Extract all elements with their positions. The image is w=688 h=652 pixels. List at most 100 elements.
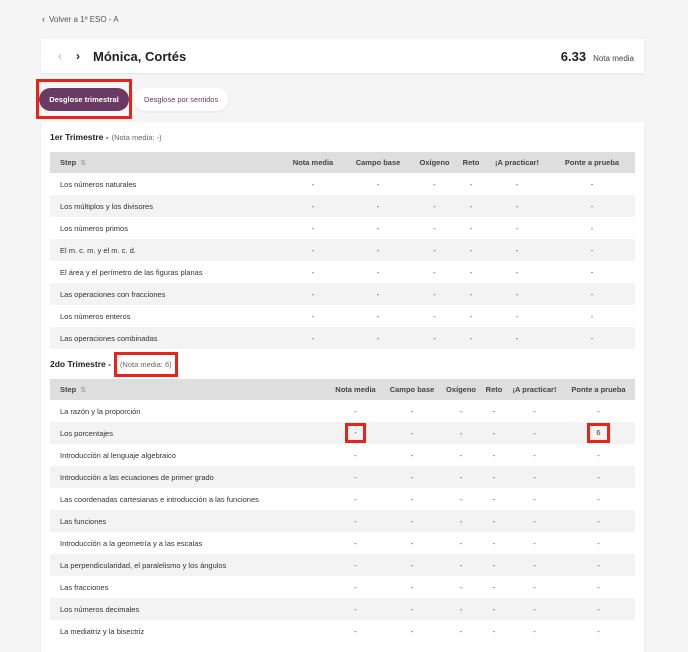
grade-cell: - xyxy=(412,283,457,305)
table-row: Los números primos - - - - - - xyxy=(50,217,635,239)
student-average-value: 6.33 xyxy=(560,48,587,64)
column-header-challenge: Reto xyxy=(481,379,507,400)
table-row: La razón y la proporción - - - - - - xyxy=(50,400,635,422)
grade-cell: - xyxy=(412,195,457,217)
table-row: Introducción a la geometría y a las esca… xyxy=(50,532,635,554)
grade-cell: - xyxy=(328,466,383,488)
column-header-step[interactable]: Step ⇅ xyxy=(50,152,282,173)
highlighted-grade: 6 xyxy=(587,423,610,443)
step-name-cell: La mediatriz y la bisectriz xyxy=(60,626,145,636)
sort-icon[interactable]: ⇅ xyxy=(80,387,86,394)
grade-cell: - xyxy=(412,327,457,349)
grade-cell: - xyxy=(515,179,519,189)
grade-cell: - xyxy=(481,466,507,488)
student-name: Mónica, Cortés xyxy=(93,48,187,64)
grade-cell: - xyxy=(328,510,383,532)
grade-cell: - xyxy=(590,311,594,321)
grade-cell: - xyxy=(433,267,436,277)
grade-cell: - xyxy=(492,450,496,460)
step-name-cell: La perpendicularidad, el paralelismo y l… xyxy=(50,554,328,576)
table-row: La mediatriz y la bisectriz - - - - - - xyxy=(50,620,635,642)
grade-cell: - xyxy=(507,554,562,576)
column-header-test: Ponte a prueba xyxy=(549,152,635,173)
grade-cell: - xyxy=(590,179,594,189)
grade-cell: - xyxy=(383,466,441,488)
step-name-cell: Introducción al lenguaje algebraico xyxy=(60,450,176,460)
grade-cell: - xyxy=(459,538,463,548)
grade-cell: - xyxy=(515,267,519,277)
table-row: La perpendicularidad, el paralelismo y l… xyxy=(50,554,635,576)
trimester-2-table: Step ⇅ Nota media Campo base Oxígeno Reto… xyxy=(50,379,635,642)
grade-cell: - xyxy=(459,582,463,592)
grade-cell: - xyxy=(383,554,441,576)
table-row: Las funciones - - - - - - xyxy=(50,510,635,532)
step-name-cell: La razón y la proporción xyxy=(60,406,141,416)
grade-cell: - xyxy=(549,239,635,261)
grade-cell: - xyxy=(376,223,380,233)
grade-cell: - xyxy=(376,311,380,321)
grade-cell: - xyxy=(410,450,414,460)
step-name-cell: Las coordenadas cartesianas e introducci… xyxy=(60,494,259,504)
grade-cell: - xyxy=(457,327,485,349)
table-row: Introducción al lenguaje algebraico - - - - -… xyxy=(50,444,635,466)
next-student-button[interactable]: › xyxy=(69,49,87,63)
grade-cell: - xyxy=(590,267,594,277)
trimester-title: 2do Trimestre - xyxy=(50,359,111,369)
grade-cell: - xyxy=(590,223,594,233)
tab-quarterly-breakdown[interactable]: Desglose trimestral xyxy=(39,87,129,111)
grade-cell: - xyxy=(410,582,414,592)
grade-cell: - xyxy=(282,283,344,305)
grade-cell: - xyxy=(459,626,463,636)
grade-cell: - xyxy=(492,626,496,636)
step-name-cell: Los múltiplos y los divisores xyxy=(50,195,282,217)
grade-cell: - xyxy=(344,195,412,217)
grade-cell: - xyxy=(376,179,380,189)
grade-cell: - xyxy=(492,494,496,504)
step-name-cell: Los números decimales xyxy=(50,598,328,620)
grade-cell: - xyxy=(354,406,357,416)
grade-cell: - xyxy=(441,554,481,576)
grade-cell: - xyxy=(328,422,383,444)
grade-cell: - xyxy=(481,598,507,620)
grade-cell: - xyxy=(533,626,536,636)
grade-cell: - xyxy=(469,223,473,233)
grade-cell: - xyxy=(328,598,383,620)
grade-cell: - xyxy=(485,239,549,261)
table-row: Las operaciones con fracciones - - - - - - xyxy=(50,283,635,305)
grade-cell: - xyxy=(507,466,562,488)
back-link[interactable]: ‹ Volver a 1º ESO - A xyxy=(42,14,119,24)
table-row: Los números naturales - - - - - - xyxy=(50,173,635,195)
column-header-label: Step xyxy=(60,385,77,394)
step-name-cell: Las fracciones xyxy=(60,582,109,592)
grade-cell: - xyxy=(485,327,549,349)
grade-cell: - xyxy=(311,311,315,321)
sort-icon[interactable]: ⇅ xyxy=(80,160,86,167)
step-name-cell: Los números primos xyxy=(60,223,128,233)
tab-breakdown-by-sense[interactable]: Desglose por sentidos xyxy=(134,87,229,111)
grade-cell: - xyxy=(441,466,481,488)
grade-cell: - xyxy=(549,283,635,305)
column-header-practice: ¡A practicar! xyxy=(507,379,562,400)
trimester-average: (Nota media: 6) xyxy=(113,351,178,377)
grade-cell: - xyxy=(433,179,436,189)
student-header: ‹ › Mónica, Cortés 6.33 Nota media xyxy=(41,39,644,73)
grade-cell: - xyxy=(383,510,441,532)
grade-cell: - xyxy=(441,598,481,620)
step-name-cell: Las operaciones con fracciones xyxy=(50,283,282,305)
grade-cell: - xyxy=(433,223,436,233)
grade-cell: - xyxy=(412,239,457,261)
grade-cell: - xyxy=(515,311,519,321)
table-header-row: Step ⇅ Nota media Campo base Oxígeno Reto… xyxy=(50,152,635,173)
previous-student-button[interactable]: ‹ xyxy=(51,49,69,63)
grade-cell: - xyxy=(562,598,635,620)
grade-cell: - xyxy=(485,195,549,217)
column-header-step[interactable]: Step ⇅ xyxy=(50,379,328,400)
grade-cell: - xyxy=(481,554,507,576)
step-name-cell: Los números enteros xyxy=(60,311,131,321)
grade-cell: - xyxy=(311,179,315,189)
student-average: 6.33 Nota media xyxy=(561,49,634,64)
table-row: Las operaciones combinadas - - - - - - xyxy=(50,327,635,349)
table-row: Los porcentajes - - - - -6 xyxy=(50,422,635,444)
grade-cell: - xyxy=(485,283,549,305)
grade-cell: - xyxy=(533,494,536,504)
